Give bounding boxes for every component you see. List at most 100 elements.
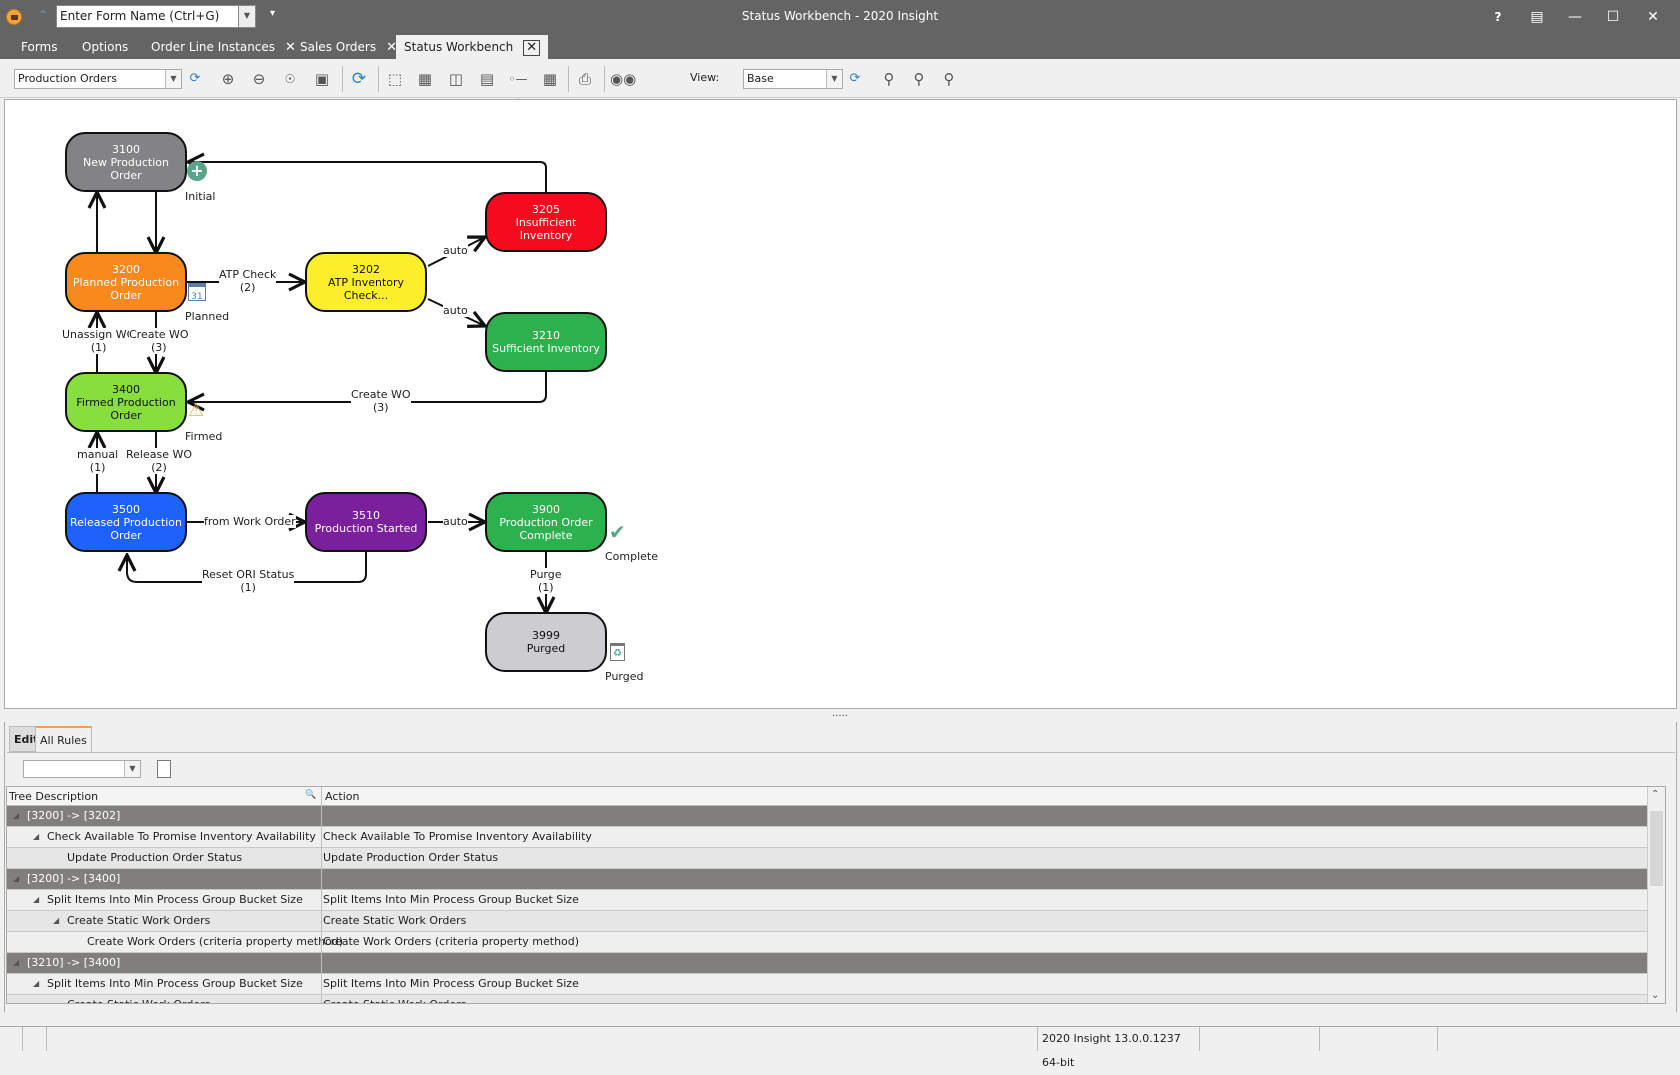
separator [342,66,343,92]
tab-options[interactable]: Options [74,35,136,59]
edge-label[interactable]: ATP Check (2) [219,268,277,294]
rows-icon[interactable]: ▤ [476,68,498,90]
search-icon[interactable]: 🔍 [305,790,316,800]
node-3210[interactable]: 3210 Sufficient Inventory [485,312,607,372]
edge-label[interactable]: Release WO (2) [126,448,193,474]
node-3100[interactable]: 3100 New Production Order [65,132,187,192]
column-divider [321,827,322,848]
delete-view-icon[interactable]: ⚲ [908,68,930,90]
tree-description-cell: Create Work Orders (criteria property me… [87,935,344,948]
zoom-actual-icon[interactable]: ☉ [279,68,301,90]
node-3202[interactable]: 3202 ATP Inventory Check... [305,252,427,312]
tree-row[interactable]: ◢ Split Items Into Min Process Group Buck… [7,974,1657,995]
separator [604,66,605,92]
scroll-down-icon[interactable]: ⌄ [1651,990,1659,1001]
view-select[interactable]: Base ▼ [743,69,843,89]
node-3510[interactable]: 3510 Production Started [305,492,427,552]
minimize-icon[interactable]: — [1562,6,1588,28]
edge-label[interactable]: Unassign WO (1) [62,328,136,354]
tree-row[interactable]: Create Static Work Orders Create Static W… [7,995,1657,1003]
select-region-icon[interactable]: ⬚ [384,68,406,90]
expand-toggle-icon[interactable]: ◢ [13,958,19,967]
expand-toggle-icon[interactable]: ◢ [33,895,39,904]
panel-splitter[interactable]: ..... [0,709,1680,722]
rules-filter-select[interactable]: ▼ [23,760,141,778]
node-id: 3200 [112,262,140,276]
expand-toggle-icon[interactable]: ◢ [33,979,39,988]
table-icon[interactable]: ▦ [539,68,561,90]
tree-row[interactable]: Create Work Orders (criteria property me… [7,932,1657,953]
close-icon[interactable]: ✕ [1640,6,1666,28]
edge-label[interactable]: Create WO (3) [129,328,189,354]
refresh-view-icon[interactable]: ⟳ [844,68,866,90]
expand-toggle-icon[interactable]: ◢ [53,916,59,925]
tab-all-rules[interactable]: All Rules [35,726,92,752]
edge-label[interactable]: Reset ORI Status (1) [202,568,295,594]
tree-row[interactable]: ◢ Check Available To Promise Inventory Av… [7,827,1657,848]
edge-label[interactable]: Purge (1) [530,568,562,594]
vertical-scrollbar[interactable]: ⌃ ⌄ [1647,787,1665,1003]
expand-toggle-icon[interactable]: ◢ [33,832,39,841]
connector-icon[interactable]: ◦—◦ [507,68,529,108]
column-divider [321,932,322,953]
edge-label[interactable]: Create WO (3) [351,388,411,414]
help-icon[interactable]: ? [1485,6,1511,28]
maximize-icon[interactable]: ☐ [1600,6,1626,28]
tab-sales-orders[interactable]: Sales Orders ✕ [292,35,405,59]
node-3400[interactable]: 3400 Firmed Production Order [65,372,187,432]
calendar-icon: 31 [188,283,206,302]
tab-label: Sales Orders [300,40,377,54]
zoom-in-icon[interactable]: ⊕ [217,68,239,90]
scrollbar-thumb[interactable] [1650,811,1663,886]
chevron-down-icon[interactable]: ▼ [826,70,842,88]
zoom-out-icon[interactable]: ⊖ [248,68,270,90]
print-icon[interactable]: ⎙ [574,68,596,90]
edge-label[interactable]: from Work Order [204,515,296,528]
tree-description-cell: Create Static Work Orders [67,998,210,1003]
grid-highlight-icon[interactable]: ▦ [414,68,436,90]
refresh-layout-icon[interactable]: ⟳ [348,68,370,90]
column-divider [321,995,322,1003]
tab-status-workbench[interactable]: Status Workbench ✕ [396,35,549,59]
refresh-icon[interactable]: ⟳ [184,68,206,90]
close-tab-icon[interactable]: ✕ [523,40,541,56]
column-divider[interactable] [321,787,322,806]
node-id: 3205 [532,202,560,216]
restore-up-icon[interactable]: ▤ [1524,6,1550,28]
fit-to-window-icon[interactable]: ▣ [311,68,333,90]
add-view-icon[interactable]: ⚲ [878,68,900,90]
edge-label[interactable]: auto [443,244,468,257]
expand-toggle-icon[interactable]: ◢ [13,874,19,883]
tree-group-row[interactable]: ◢ [3210] -> [3400] [7,953,1657,974]
find-binoculars-icon[interactable]: ◉◉ [610,68,636,90]
tree-row[interactable]: ◢ Split Items Into Min Process Group Buck… [7,890,1657,911]
tree-group-row[interactable]: ◢ [3200] -> [3202] [7,806,1657,827]
node-3500[interactable]: 3500 Released Production Order [65,492,187,552]
edge-label[interactable]: manual (1) [77,448,119,474]
column-header-action[interactable]: Action [325,790,359,803]
node-3999[interactable]: 3999 Purged [485,612,607,672]
expand-toggle-icon[interactable]: ◢ [13,811,19,820]
status-diagram-canvas[interactable]: 3100 New Production Order 3200 Planned Prod… [4,99,1677,709]
columns-icon[interactable]: ◫ [445,68,467,90]
edge-label[interactable]: auto [443,515,468,528]
tab-forms[interactable]: Forms [13,35,65,59]
chevron-down-icon[interactable]: ▼ [165,70,181,88]
action-cell: Create Static Work Orders [323,998,466,1003]
tree-group-row[interactable]: ◢ [3200] -> [3400] [7,869,1657,890]
revert-view-icon[interactable]: ⚲ [938,68,960,90]
chevron-down-icon[interactable]: ▼ [124,761,140,777]
workflow-select[interactable]: Production Orders ▼ [14,69,182,89]
node-3205[interactable]: 3205 Insufficient Inventory [485,192,607,252]
edge-label[interactable]: auto [443,304,468,317]
tree-description-cell: Update Production Order Status [67,851,243,864]
tree-row[interactable]: Update Production Order Status Update Pro… [7,848,1657,869]
tree-row[interactable]: ◢ Create Static Work Orders Create Static … [7,911,1657,932]
new-document-icon[interactable] [157,760,171,778]
node-3900[interactable]: 3900 Production Order Complete [485,492,607,552]
status-pane [46,1027,70,1051]
node-3200[interactable]: 3200 Planned Production Order [65,252,187,312]
column-header-tree-description[interactable]: Tree Description [9,790,98,803]
tab-order-line-instances[interactable]: Order Line Instances ✕ [143,35,304,59]
scroll-up-icon[interactable]: ⌃ [1651,789,1659,800]
